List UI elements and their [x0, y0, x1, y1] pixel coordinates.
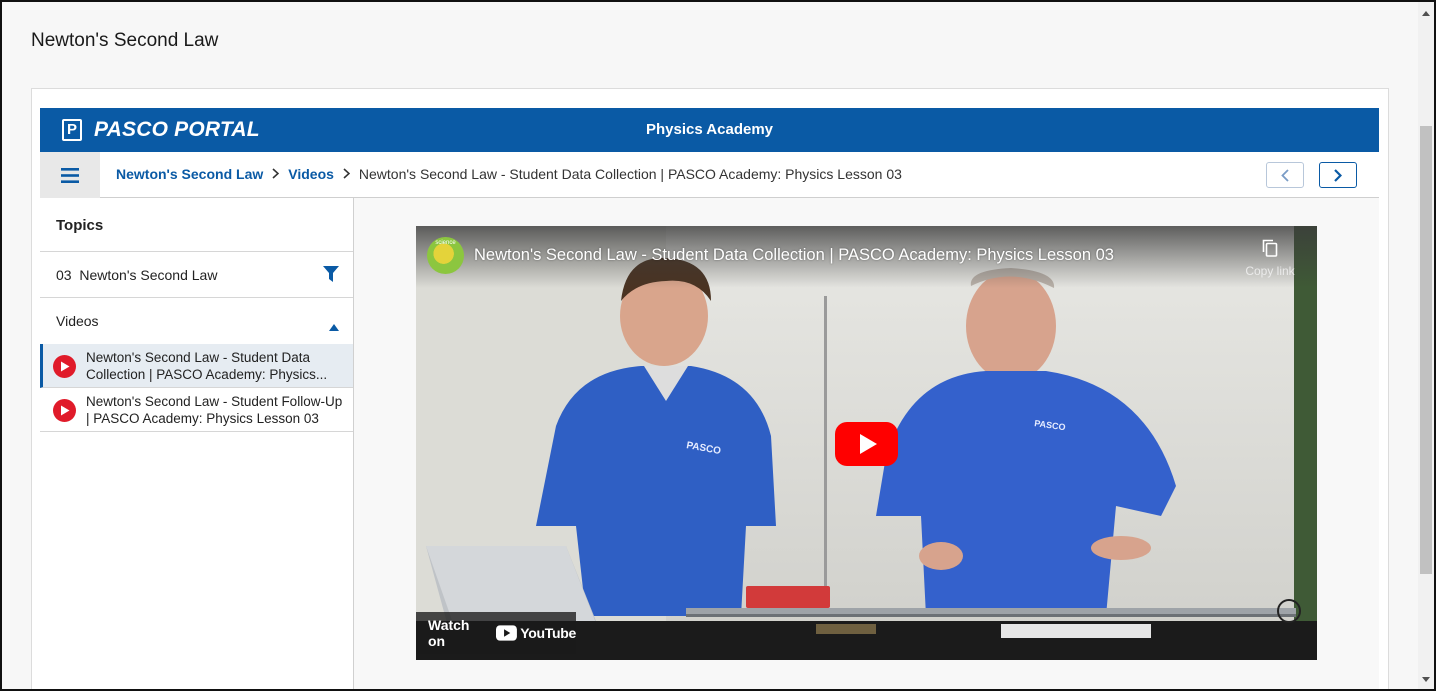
breadcrumb-link-videos[interactable]: Videos — [288, 166, 334, 182]
videos-section-label: Videos — [56, 313, 99, 329]
scroll-down-arrow-icon[interactable] — [1422, 677, 1430, 682]
page-scrollbar[interactable] — [1418, 2, 1434, 689]
chevron-left-icon — [1281, 168, 1289, 182]
youtube-player[interactable]: PASCO PASCO science Newton's Second Law … — [416, 226, 1317, 660]
youtube-wordmark: YouTube — [520, 625, 576, 641]
watch-on-label: Watch on — [428, 617, 470, 649]
videos-section-header[interactable]: Videos — [40, 298, 353, 344]
chevron-right-icon — [272, 167, 280, 182]
breadcrumb-current: Newton's Second Law - Student Data Colle… — [358, 166, 902, 182]
play-circle-icon — [53, 399, 76, 422]
video-player-title[interactable]: Newton's Second Law - Student Data Colle… — [474, 246, 1114, 265]
youtube-play-icon[interactable] — [835, 422, 898, 466]
channel-avatar[interactable]: science — [427, 237, 464, 274]
topics-heading: Topics — [40, 198, 353, 252]
caret-up-icon[interactable] — [329, 318, 339, 334]
topics-sidebar: Topics 03 Newton's Second Law Videos New… — [40, 198, 354, 691]
previous-button[interactable] — [1266, 162, 1304, 188]
watch-on-youtube-button[interactable]: Watch on YouTube — [416, 612, 576, 654]
chevron-right-icon — [1334, 168, 1342, 182]
scroll-up-arrow-icon[interactable] — [1422, 11, 1430, 16]
page-title: Newton's Second Law — [31, 30, 219, 51]
scrollbar-thumb[interactable] — [1420, 126, 1432, 574]
copy-link-button[interactable]: Copy link — [1242, 239, 1298, 278]
chevron-right-icon — [343, 167, 351, 182]
portal-banner: P PASCO PORTAL Physics Academy — [40, 108, 1379, 152]
copy-icon — [1262, 239, 1278, 257]
menu-button[interactable] — [40, 152, 100, 198]
hamburger-menu-icon — [61, 167, 79, 183]
breadcrumb-bar: Newton's Second Law Videos Newton's Seco… — [40, 152, 1379, 198]
topic-selector[interactable]: 03 Newton's Second Law — [40, 252, 353, 298]
video-list-item[interactable]: Newton's Second Law - Student Follow-Up … — [40, 388, 353, 432]
video-list-item[interactable]: Newton's Second Law - Student Data Colle… — [40, 344, 353, 388]
copy-link-label: Copy link — [1245, 264, 1295, 278]
video-title: Newton's Second Law - Student Data Colle… — [86, 350, 328, 382]
banner-title: Physics Academy — [645, 121, 774, 138]
topic-label: 03 Newton's Second Law — [56, 267, 218, 283]
breadcrumb-link-topic[interactable]: Newton's Second Law — [116, 166, 263, 182]
filter-icon[interactable] — [323, 266, 339, 285]
breadcrumb: Newton's Second Law Videos Newton's Seco… — [116, 166, 902, 182]
youtube-logo-icon — [496, 625, 518, 641]
play-circle-icon — [53, 355, 76, 378]
next-button[interactable] — [1319, 162, 1357, 188]
video-title: Newton's Second Law - Student Follow-Up … — [86, 394, 343, 426]
